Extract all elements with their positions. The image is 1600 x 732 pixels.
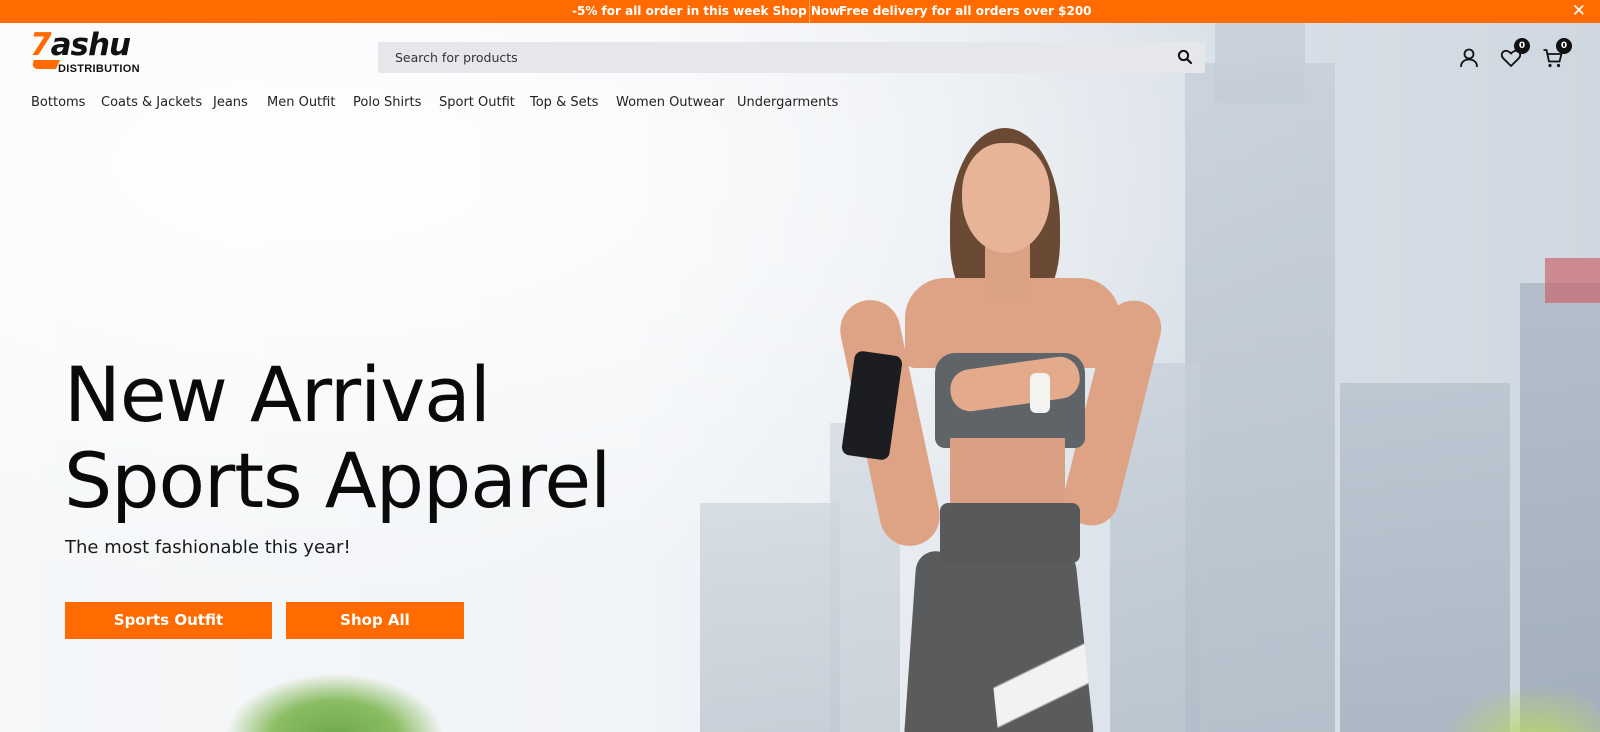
skyscraper — [1185, 63, 1335, 732]
cart-count-badge: 0 — [1556, 38, 1572, 54]
nav-item-bottoms[interactable]: Bottoms — [31, 95, 85, 110]
smartwatch — [1030, 373, 1050, 413]
nav-item-coats-jackets[interactable]: Coats & Jackets — [101, 95, 202, 110]
logo-subtitle: DISTRIBUTION — [58, 63, 140, 75]
building-sign — [1545, 258, 1600, 303]
hero-headline-line2: Sports Apparel — [64, 436, 611, 525]
user-icon[interactable] — [1457, 46, 1481, 70]
nav-item-sport-outfit[interactable]: Sport Outfit — [439, 95, 515, 110]
delivery-message: Free delivery for all orders over $200 — [839, 4, 1092, 18]
hero-headline-line1: New Arrival — [64, 350, 491, 439]
model-torso — [950, 438, 1065, 508]
promo-message[interactable]: -5% for all order in this week Shop Now — [572, 4, 840, 18]
building — [1520, 283, 1600, 732]
model-face — [962, 143, 1050, 253]
nav-item-polo-shirts[interactable]: Polo Shirts — [353, 95, 421, 110]
search-icon[interactable] — [1177, 49, 1193, 65]
heart-icon[interactable]: 0 — [1499, 38, 1530, 70]
sports-outfit-button[interactable]: Sports Outfit — [65, 602, 272, 639]
building — [1340, 383, 1510, 732]
nav-item-jeans[interactable]: Jeans — [213, 95, 248, 110]
hero-model-image — [834, 103, 1180, 732]
model-leggings-waistband — [940, 503, 1080, 563]
nav-item-women-outwear[interactable]: Women Outwear — [616, 95, 725, 110]
nav-item-undergarments[interactable]: Undergarments — [737, 95, 838, 110]
hero-subheadline: The most fashionable this year! — [65, 537, 351, 558]
building — [700, 503, 840, 732]
hero-headline: New Arrival Sports Apparel — [64, 350, 611, 525]
search-bar — [378, 42, 1205, 73]
close-icon[interactable]: ✕ — [1572, 1, 1586, 21]
site-logo[interactable]: 7ashu DISTRIBUTION — [29, 28, 160, 80]
nav-item-top-sets[interactable]: Top & Sets — [530, 95, 598, 110]
announcement-divider — [809, 0, 810, 23]
logo-wordmark: 7ashu — [30, 27, 131, 63]
shop-all-button[interactable]: Shop All — [286, 602, 464, 639]
nav-item-men-outfit[interactable]: Men Outfit — [267, 95, 335, 110]
search-input[interactable] — [378, 42, 1158, 73]
wishlist-count-badge: 0 — [1514, 38, 1530, 54]
cart-icon[interactable]: 0 — [1541, 38, 1572, 70]
announcement-bar: -5% for all order in this week Shop Now … — [0, 0, 1600, 23]
model-leg — [979, 548, 1096, 732]
